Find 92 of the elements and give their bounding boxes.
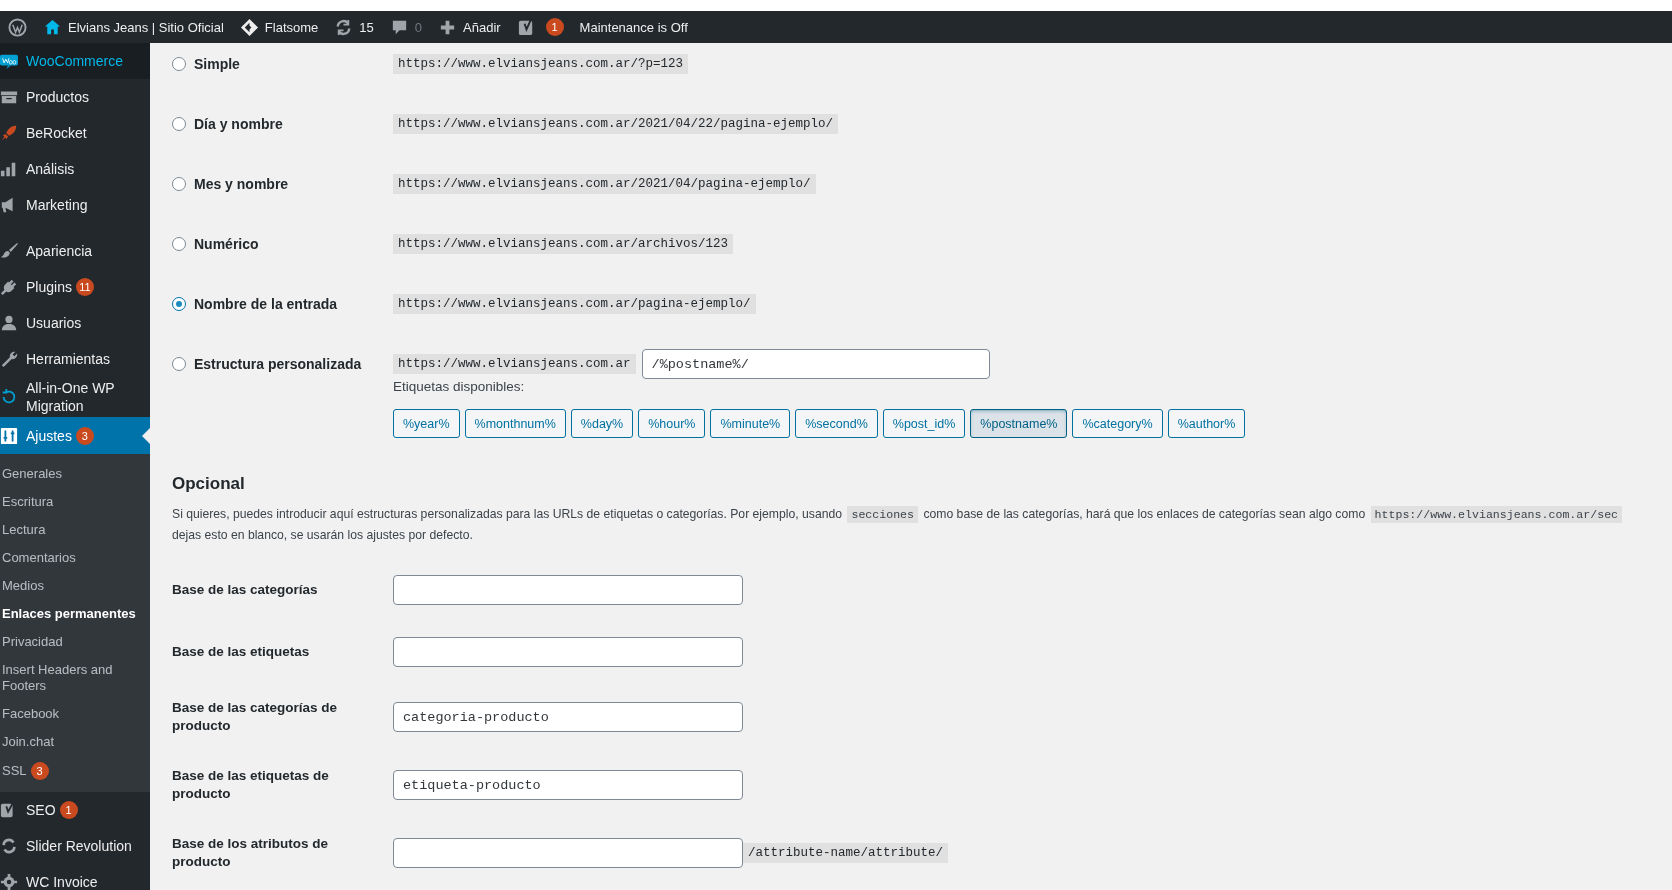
submenu-item[interactable]: Insert Headers and Footers [0,656,150,700]
sidebar-menu-item[interactable]: Slider Revolution [0,828,150,864]
sidebar-menu-item[interactable]: Marketing [0,187,150,223]
option-label: Simple [194,56,240,72]
submenu-item[interactable]: Comentarios [0,544,150,572]
wordpress-logo-icon[interactable] [8,17,27,37]
sidebar-menu-item[interactable]: Herramientas [0,341,150,377]
submenu-item[interactable]: Enlaces permanentes [0,600,150,628]
sliders-icon [0,426,18,445]
section-heading: Opcional [172,474,246,494]
field-label: Base de las categorías [172,581,319,599]
field-label: Base de las etiquetas [172,643,311,661]
sidebar-menu-item[interactable]: WooCommerce [0,43,150,79]
option-label: Estructura personalizada [194,356,362,372]
admin-bar-link[interactable]: Añadir [463,19,501,35]
tag-button[interactable]: %day% [570,409,634,438]
url-example: https://www.elviansjeans.com.ar/pagina-ejemplo/ [393,294,756,314]
radio-button[interactable] [172,357,186,371]
description-text: dejas esto en blanco, se usarán los ajustes por defecto. [172,527,474,544]
tag-button[interactable]: %minute% [710,409,791,438]
sidebar-menu-item[interactable]: Ajustes 3 [0,417,150,454]
tag-button[interactable]: %post_id% [882,409,966,438]
sidebar-menu-item[interactable]: BeRocket [0,115,150,151]
text-input[interactable]: categoria-producto [393,702,743,732]
url-example: https://www.elviansjeans.com.ar/?p=123 [393,54,689,74]
text-input[interactable] [393,838,743,868]
circular-arrow-icon [0,388,18,406]
submenu-item[interactable]: Privacidad [0,628,150,656]
sidebar-menu-item[interactable]: SEO 1 [0,792,150,828]
sidebar-menu-item[interactable]: Usuarios [0,305,150,341]
tag-button[interactable]: %author% [1167,409,1246,438]
submenu-item[interactable]: SSL 3 [0,756,150,786]
submenu-item[interactable]: Facebook [0,700,150,728]
update-count: 3 [30,762,49,780]
admin-bar-link[interactable]: Maintenance is Off [579,19,688,35]
admin-bar-link[interactable]: Flatsome [264,19,319,35]
submenu-item[interactable]: Join.chat [0,728,150,756]
rocket-icon [0,124,18,142]
sidebar-menu-item[interactable]: WC Invoice [0,864,150,890]
option-label: Nombre de la entrada [194,296,338,312]
sidebar-menu-item[interactable]: Plugins 11 [0,269,150,305]
tag-button[interactable]: %monthnum% [464,409,566,438]
description-text: Si quieres, puedes introducir aquí estructuras personalizadas para las URLs de etiquetas o categorías. Por ejemplo, usando secciones como base de las categorías, hará que los enlaces de categorías sean algo como https://www.elviansjeans.com.ar/sec [172,504,1672,525]
text-input[interactable] [393,637,743,667]
house-icon[interactable] [43,17,62,37]
sidebar-menu-item[interactable]: All-in-One WP Migration [0,377,150,417]
submenu-item[interactable]: Lectura [0,516,150,544]
paintbrush-icon [0,242,18,260]
tag-button[interactable]: %category% [1072,409,1163,438]
text-input[interactable] [393,575,743,605]
submenu-item[interactable]: Generales [0,460,150,488]
update-count: 1 [59,801,78,819]
update-count: 11 [75,278,94,296]
submenu-item[interactable]: Medios [0,572,150,600]
structure-input[interactable]: /%postname%/ [641,349,990,379]
field-label: Base de las etiquetas de producto [172,767,330,803]
url-example: https://www.elviansjeans.com.ar/2021/04/pagina-ejemplo/ [393,174,816,194]
tag-button[interactable]: %hour% [638,409,706,438]
wrench-icon [0,350,18,368]
url-example: https://www.elviansjeans.com.ar/2021/04/22/pagina-ejemplo/ [393,114,839,134]
diamond-logo-icon[interactable] [239,17,259,37]
woo-logo-icon [0,52,18,70]
radio-button[interactable] [172,117,186,131]
url-example: https://www.elviansjeans.com.ar/archivos/123 [393,234,734,254]
tag-button[interactable]: %second% [795,409,878,438]
tag-button[interactable]: %postname% [970,409,1068,438]
radio-button[interactable] [172,177,186,191]
submenu-item[interactable]: Escritura [0,488,150,516]
admin-bar-link[interactable]: 15 [359,19,374,35]
field-label: Base de los atributos de producto [172,835,330,871]
url-suffix: /attribute-name/attribute/ [743,843,949,863]
radio-button[interactable] [172,297,186,311]
user-icon [0,314,18,332]
option-label: Mes y nombre [194,176,289,192]
sidebar-menu-item[interactable]: Apariencia [0,233,150,269]
sidebar-menu-item[interactable]: Análisis [0,151,150,187]
url-example: https://www.elviansjeans.com.ar [393,354,636,374]
notification-count: 1 [545,18,564,36]
option-label: Numérico [194,236,259,252]
refresh-icon [0,837,18,855]
radio-button[interactable] [172,57,186,71]
text-input[interactable]: etiqueta-producto [393,770,743,800]
update-count: 3 [75,426,94,445]
plug-icon [0,278,18,296]
tags-caption: Etiquetas disponibles: [393,379,526,394]
field-label: Base de las categorías de producto [172,699,339,735]
bar-chart-icon [0,160,18,178]
tag-button[interactable]: %year% [393,409,460,438]
radio-button[interactable] [172,237,186,251]
admin-bar-link[interactable]: Elvians Jeans | Sitio Oficial [68,19,224,35]
sidebar-menu-item[interactable]: Productos [0,79,150,115]
option-label: Día y nombre [194,116,283,132]
